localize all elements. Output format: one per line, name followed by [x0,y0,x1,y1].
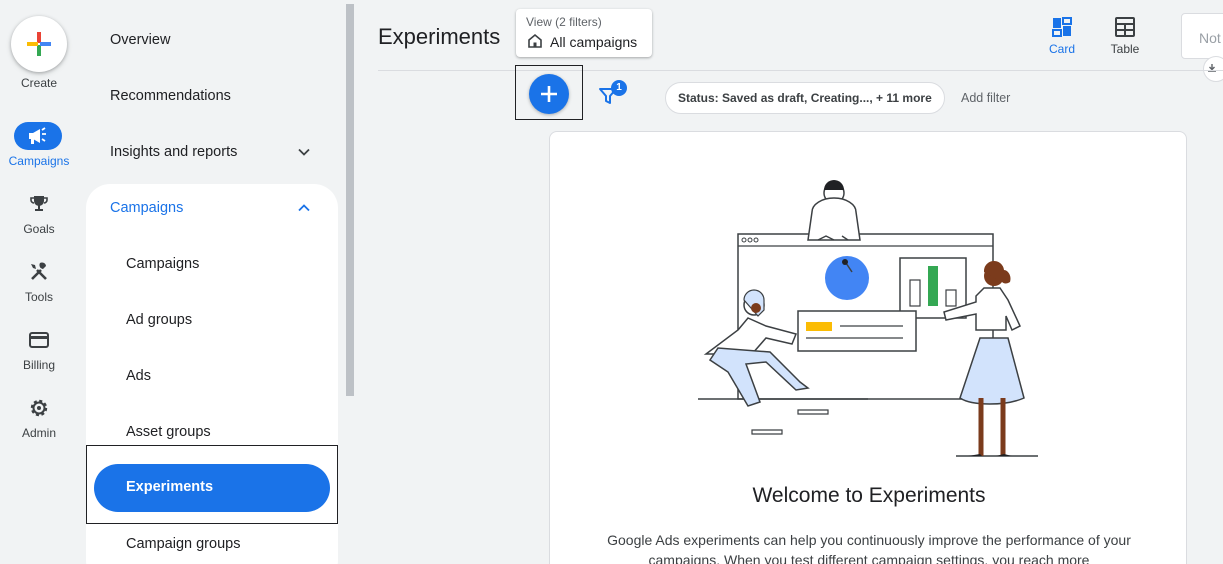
nav-section-campaigns[interactable]: Campaigns [110,200,183,216]
notes-label: Not [1199,30,1221,46]
nav-scrollbar[interactable] [346,4,354,396]
experiments-label: Experiments [126,479,214,495]
chevron-down-icon[interactable] [296,144,312,160]
megaphone-icon [29,127,46,144]
rail-label-campaigns: Campaigns [8,154,70,168]
rail-label-tools: Tools [24,290,53,304]
nav-subitem-experiments[interactable]: Experiments [94,464,330,512]
download-icon [1208,64,1216,72]
rail-item-campaigns[interactable]: Campaigns [0,122,78,180]
plus-icon [541,86,557,102]
gear-icon [30,399,48,417]
table-view-icon [1115,17,1135,37]
nav-subitem-ads[interactable]: Ads [126,368,151,384]
card-view-toggle[interactable]: Card [1034,16,1090,56]
nav-subitem-campaigns[interactable]: Campaigns [126,256,199,272]
page-title: Experiments [378,24,501,49]
left-rail: Create Campaigns Goals Tools Billing Adm… [0,0,78,564]
chevron-up-icon[interactable] [296,200,312,216]
view-all-campaigns: All campaigns [550,34,638,50]
table-view-toggle[interactable]: Table [1097,16,1153,56]
header-divider [378,70,1223,71]
nav-subitem-ad-groups[interactable]: Ad groups [126,312,192,328]
filter-count-badge: 1 [611,80,627,96]
tools-icon [31,262,47,280]
trophy-icon [30,196,48,211]
plus-icon [27,32,51,56]
status-filter-chip[interactable]: Status: Saved as draft, Creating..., + 1… [665,82,945,114]
create-label: Create [20,76,58,90]
nav-subitem-asset-groups[interactable]: Asset groups [126,424,211,440]
nav-item-insights-and-reports[interactable]: Insights and reports [110,144,237,160]
rail-label-billing: Billing [22,358,55,372]
card-view-label: Card [1048,42,1075,56]
rail-label-admin: Admin [21,426,56,440]
rail-item-admin[interactable]: Admin [0,396,78,452]
experiments-illustration [698,180,1038,457]
view-filter-count: View (2 filters) [526,15,602,29]
credit-card-icon [29,332,49,348]
nav-subitem-campaign-groups[interactable]: Campaign groups [126,536,240,552]
welcome-card: Welcome to Experiments Google Ads experi… [549,131,1187,564]
rail-item-billing[interactable]: Billing [0,328,78,384]
rail-item-tools[interactable]: Tools [0,260,78,316]
rail-item-goals[interactable]: Goals [0,192,78,248]
campaigns-pill [14,122,62,150]
view-selector[interactable]: View (2 filters) All campaigns [516,9,652,57]
nav-item-recommendations[interactable]: Recommendations [110,88,231,104]
welcome-body: Google Ads experiments can help you cont… [607,532,1131,564]
rail-label-goals: Goals [23,222,55,236]
create-button[interactable] [11,16,67,72]
home-icon [528,33,542,48]
card-view-icon [1052,17,1072,37]
add-experiment-button[interactable] [529,74,569,114]
download-button[interactable] [1203,56,1223,82]
notes-dropdown[interactable]: Not [1181,13,1223,59]
add-filter-link[interactable]: Add filter [961,91,1010,105]
table-view-label: Table [1110,42,1140,56]
nav-item-overview[interactable]: Overview [110,32,170,48]
welcome-title: Welcome to Experiments [752,484,986,507]
